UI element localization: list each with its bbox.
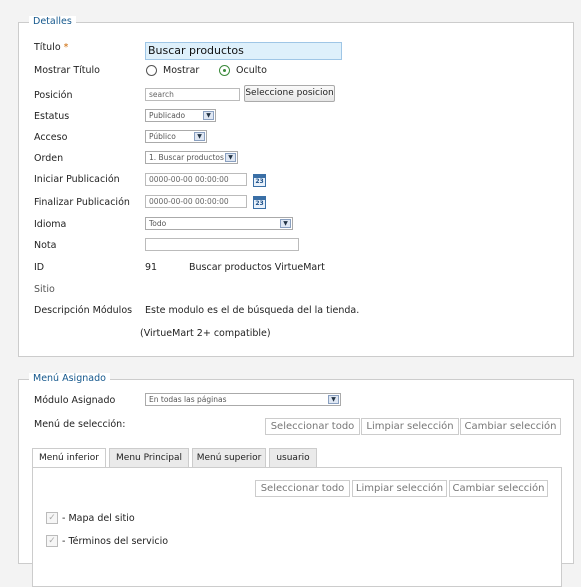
detalles-fieldset: Detalles Título * Buscar productos Mostr… xyxy=(18,16,574,357)
seleccione-posicion-button[interactable]: Seleccione posicion xyxy=(244,85,335,102)
detalles-legend: Detalles xyxy=(29,16,76,27)
idioma-select[interactable]: Todo ▼ xyxy=(145,217,293,230)
tab-limpiar-seleccion-button[interactable]: Limpiar selección xyxy=(352,480,447,497)
checkbox-mapa-del-sitio[interactable]: ✓ xyxy=(46,512,58,524)
acceso-value: Público xyxy=(149,132,176,141)
nota-label: Nota xyxy=(34,240,57,251)
required-marker: * xyxy=(63,42,69,53)
item-terminos-del-servicio: - Términos del servicio xyxy=(62,536,169,547)
acceso-select[interactable]: Público ▼ xyxy=(145,130,207,143)
estatus-label: Estatus xyxy=(34,111,70,122)
chevron-down-icon: ▼ xyxy=(328,395,339,404)
orden-value: 1. Buscar productos xyxy=(149,153,224,162)
mostrar-radio[interactable] xyxy=(146,65,157,76)
iniciar-publicacion-input[interactable]: 0000-00-00 00:00:00 xyxy=(145,173,247,186)
idioma-value: Todo xyxy=(149,219,167,228)
modulo-asignado-label: Módulo Asignado xyxy=(34,395,116,406)
chevron-down-icon: ▼ xyxy=(280,219,291,228)
descripcion-compat: (VirtueMart 2+ compatible) xyxy=(140,328,271,339)
item-mapa-del-sitio: - Mapa del sitio xyxy=(62,513,135,524)
menu-tabs: Menú inferior Menu Principal Menú superi… xyxy=(32,448,562,587)
oculto-option-label[interactable]: Oculto xyxy=(236,65,267,76)
tab-usuario[interactable]: usuario xyxy=(269,448,317,467)
mostrar-titulo-label: Mostrar Título xyxy=(34,65,100,76)
orden-label: Orden xyxy=(34,153,64,164)
tab-panel: Seleccionar todo Limpiar selección Cambi… xyxy=(32,467,562,587)
chevron-down-icon: ▼ xyxy=(194,132,205,141)
calendar-icon[interactable]: 23 xyxy=(253,174,266,187)
finalizar-publicacion-label: Finalizar Publicación xyxy=(34,197,130,208)
modulo-asignado-select[interactable]: En todas las páginas ▼ xyxy=(145,393,341,406)
cambiar-seleccion-button[interactable]: Cambiar selección xyxy=(460,418,561,435)
finalizar-publicacion-input[interactable]: 0000-00-00 00:00:00 xyxy=(145,195,247,208)
id-label: ID xyxy=(34,262,45,273)
estatus-value: Publicado xyxy=(149,111,186,120)
menu-asignado-fieldset: Menú Asignado Módulo Asignado En todas l… xyxy=(18,373,574,587)
nota-input[interactable] xyxy=(145,238,299,251)
checkbox-terminos-del-servicio[interactable]: ✓ xyxy=(46,535,58,547)
sitio-label: Sitio xyxy=(34,284,55,295)
oculto-radio[interactable] xyxy=(219,65,230,76)
descripcion-label: Descripción Módulos xyxy=(34,305,133,316)
posicion-input[interactable]: search xyxy=(145,88,240,101)
modulo-asignado-value: En todas las páginas xyxy=(149,395,227,404)
acceso-label: Acceso xyxy=(34,132,68,143)
tab-menu-principal[interactable]: Menu Principal xyxy=(109,448,189,467)
mostrar-option-label[interactable]: Mostrar xyxy=(163,65,199,76)
tab-menu-inferior[interactable]: Menú inferior xyxy=(32,448,106,468)
tab-seleccionar-todo-button[interactable]: Seleccionar todo xyxy=(255,480,350,497)
seleccionar-todo-button[interactable]: Seleccionar todo xyxy=(265,418,360,435)
tab-cambiar-seleccion-button[interactable]: Cambiar selección xyxy=(449,480,548,497)
module-name: Buscar productos VirtueMart xyxy=(189,262,325,273)
limpiar-seleccion-button[interactable]: Limpiar selección xyxy=(361,418,459,435)
menu-asignado-legend: Menú Asignado xyxy=(29,373,110,384)
iniciar-publicacion-label: Iniciar Publicación xyxy=(34,174,120,185)
tab-menu-superior[interactable]: Menú superior xyxy=(192,448,266,467)
calendar-icon[interactable]: 23 xyxy=(253,196,266,209)
id-value: 91 xyxy=(145,262,158,273)
descripcion-text: Este modulo es el de búsqueda del la tie… xyxy=(145,305,360,316)
chevron-down-icon: ▼ xyxy=(203,111,214,120)
idioma-label: Idioma xyxy=(34,219,67,230)
posicion-label: Posición xyxy=(34,90,73,101)
chevron-down-icon: ▼ xyxy=(225,153,236,162)
menu-seleccion-label: Menú de selección: xyxy=(34,419,126,430)
estatus-select[interactable]: Publicado ▼ xyxy=(145,109,216,122)
titulo-label: Título * xyxy=(34,42,69,53)
titulo-input[interactable]: Buscar productos xyxy=(145,42,342,60)
orden-select[interactable]: 1. Buscar productos ▼ xyxy=(145,151,238,164)
